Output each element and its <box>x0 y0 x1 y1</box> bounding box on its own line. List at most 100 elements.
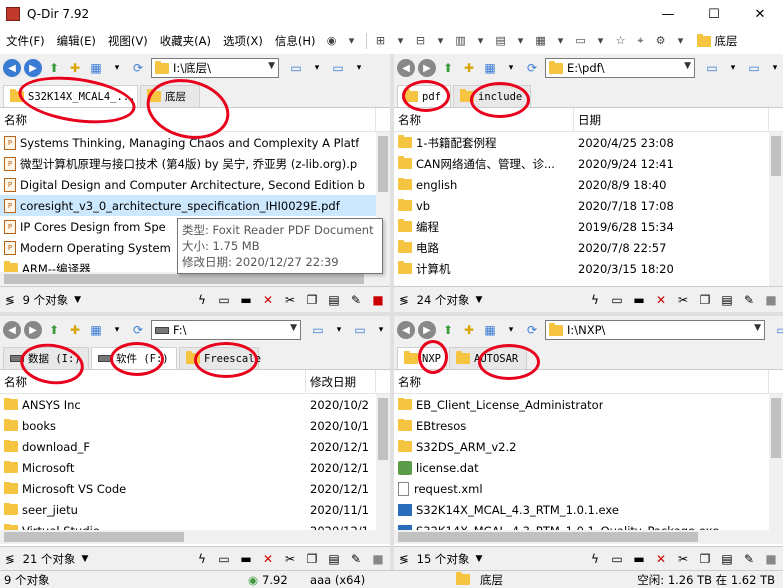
chevron-down-icon[interactable]: ▼ <box>684 61 691 71</box>
list-item[interactable]: 电路 2020/7/8 22:57 <box>394 237 769 258</box>
column-header-name[interactable]: 名称 <box>394 370 769 393</box>
list-item[interactable]: 编程 2019/6/28 15:34 <box>394 216 769 237</box>
list-item[interactable]: download_F 2020/12/1 <box>0 436 376 457</box>
pane-active-icon[interactable]: ■ <box>368 291 388 309</box>
paste-icon[interactable]: ▤ <box>717 291 737 309</box>
list-item[interactable]: CAN网络通信、管理、诊... 2020/9/24 12:41 <box>394 153 769 174</box>
new-folder-icon[interactable]: ✚ <box>66 59 84 77</box>
chevron-down-icon[interactable]: ▾ <box>514 34 528 48</box>
refresh-icon[interactable]: ⟳ <box>523 321 541 339</box>
menu-view[interactable]: 视图(V) <box>102 33 154 49</box>
paste-icon[interactable]: ▤ <box>324 550 344 568</box>
gear-icon[interactable]: ⚙ <box>654 34 668 48</box>
layout-2-icon[interactable]: ▥ <box>454 34 468 48</box>
chevron-down-icon[interactable]: ▾ <box>394 34 408 48</box>
rename-icon[interactable]: ✎ <box>739 291 759 309</box>
chevron-down-icon[interactable]: ▾ <box>330 321 348 339</box>
view-mode-icon[interactable]: ▦ <box>481 321 499 339</box>
rename-icon[interactable]: ✎ <box>739 550 759 568</box>
new-folder-icon[interactable]: ✚ <box>460 321 478 339</box>
new-folder-icon[interactable]: ✚ <box>460 59 478 77</box>
delete-x-icon[interactable]: ✕ <box>258 291 278 309</box>
pane-splitter-horizontal[interactable] <box>0 312 783 316</box>
lightning-icon[interactable]: ϟ <box>192 550 212 568</box>
maximize-button[interactable]: ☐ <box>691 0 737 28</box>
back-arrow-icon[interactable]: ◀ <box>397 59 415 77</box>
column-header-modified[interactable]: 修改日期 <box>306 370 376 393</box>
forward-arrow-icon[interactable]: ▶ <box>418 321 436 339</box>
chevron-down-icon[interactable]: ▼ <box>290 323 297 333</box>
chevron-down-icon[interactable]: ▾ <box>108 59 126 77</box>
window-icon[interactable]: ▭ <box>214 291 234 309</box>
scissors-icon[interactable]: ✂ <box>280 550 300 568</box>
horizontal-scrollbar[interactable] <box>0 530 390 544</box>
desktop-icon[interactable]: ▭ <box>329 59 347 77</box>
copy-icon[interactable]: ❐ <box>302 291 322 309</box>
globe-icon[interactable]: ◉ <box>325 34 339 48</box>
chevron-down-icon[interactable]: ▾ <box>766 59 783 77</box>
chevron-down-icon[interactable]: ▾ <box>724 59 742 77</box>
forward-arrow-icon[interactable]: ▶ <box>24 321 42 339</box>
delete-x-icon[interactable]: ✕ <box>651 291 671 309</box>
chevron-down-icon[interactable]: ▼ <box>475 295 482 305</box>
back-arrow-icon[interactable]: ◀ <box>3 59 21 77</box>
computer-icon[interactable]: ▭ <box>703 59 721 77</box>
computer-icon[interactable]: ▭ <box>287 59 305 77</box>
address-bar[interactable]: F:\ ▼ <box>151 320 301 340</box>
list-item[interactable]: 1-书籍配套例程 2020/4/25 23:08 <box>394 132 769 153</box>
list-item[interactable]: S32DS_ARM_v2.2 <box>394 436 769 457</box>
chevron-down-icon[interactable]: ▾ <box>434 34 448 48</box>
vertical-scrollbar[interactable] <box>376 394 390 530</box>
computer-icon[interactable]: ▭ <box>773 321 783 339</box>
window-icon[interactable]: ▭ <box>607 291 627 309</box>
refresh-icon[interactable]: ⟳ <box>129 321 147 339</box>
chevron-down-icon[interactable]: ▾ <box>108 321 126 339</box>
view-mode-icon[interactable]: ▦ <box>87 321 105 339</box>
chevron-down-icon[interactable]: ▾ <box>474 34 488 48</box>
copy-icon[interactable]: ❐ <box>302 550 322 568</box>
chevron-down-icon[interactable]: ▾ <box>308 59 326 77</box>
menu-options[interactable]: 选项(X) <box>217 33 269 49</box>
copy-icon[interactable]: ❐ <box>695 291 715 309</box>
paste-icon[interactable]: ▤ <box>717 550 737 568</box>
chevron-down-icon[interactable]: ▼ <box>268 61 275 71</box>
chevron-down-icon[interactable]: ▾ <box>372 321 390 339</box>
list-item[interactable]: P Digital Design and Computer Architectur… <box>0 174 376 195</box>
folder-up-icon[interactable]: ⬆ <box>45 59 63 77</box>
address-bar[interactable]: E:\pdf\ ▼ <box>545 58 695 78</box>
chevron-down-icon[interactable]: ▾ <box>502 59 520 77</box>
vertical-scrollbar[interactable] <box>769 132 783 286</box>
list-item[interactable]: P 微型计算机原理与接口技术 (第4版) by 吴宁, 乔亚男 (z-lib.or… <box>0 153 376 174</box>
computer-icon[interactable]: ▭ <box>574 34 588 48</box>
menu-favorites[interactable]: 收藏夹(A) <box>154 33 217 49</box>
scissors-icon[interactable]: ✂ <box>280 291 300 309</box>
chevron-down-icon[interactable]: ▾ <box>594 34 608 48</box>
pane-inactive-icon[interactable]: ■ <box>368 550 388 568</box>
list-item-selected[interactable]: Pcoresight_v3_0_architecture_specificati… <box>0 195 376 216</box>
address-bar[interactable]: I:\NXP\ ▼ <box>545 320 765 340</box>
menu-file[interactable]: 文件(F) <box>0 33 51 49</box>
view-mode-icon[interactable]: ▦ <box>87 59 105 77</box>
window-icon[interactable]: ▭ <box>214 550 234 568</box>
copy-icon[interactable]: ❐ <box>695 550 715 568</box>
layout-4-icon[interactable]: ⊞ <box>374 34 388 48</box>
menu-info[interactable]: 信息(H) <box>269 33 322 49</box>
drive-icon[interactable]: ▬ <box>629 291 649 309</box>
refresh-icon[interactable]: ⟳ <box>129 59 147 77</box>
menu-edit[interactable]: 编辑(E) <box>51 33 102 49</box>
list-item[interactable]: EB_Client_License_Administrator <box>394 394 769 415</box>
folder-up-icon[interactable]: ⬆ <box>45 321 63 339</box>
back-arrow-icon[interactable]: ◀ <box>397 321 415 339</box>
list-item[interactable]: seer_jietu 2020/11/1 <box>0 499 376 520</box>
forward-arrow-icon[interactable]: ▶ <box>24 59 42 77</box>
scissors-icon[interactable]: ✂ <box>673 550 693 568</box>
view-mode-icon[interactable]: ▦ <box>481 59 499 77</box>
list-item[interactable]: Microsoft VS Code 2020/12/1 <box>0 478 376 499</box>
computer-icon[interactable]: ▭ <box>309 321 327 339</box>
lightning-icon[interactable]: ϟ <box>192 291 212 309</box>
paste-icon[interactable]: ▤ <box>324 291 344 309</box>
chevron-down-icon[interactable]: ▼ <box>475 554 482 564</box>
address-bar[interactable]: I:\底层\ ▼ <box>151 58 279 78</box>
list-item[interactable]: license.dat <box>394 457 769 478</box>
list-item[interactable]: english 2020/8/9 18:40 <box>394 174 769 195</box>
